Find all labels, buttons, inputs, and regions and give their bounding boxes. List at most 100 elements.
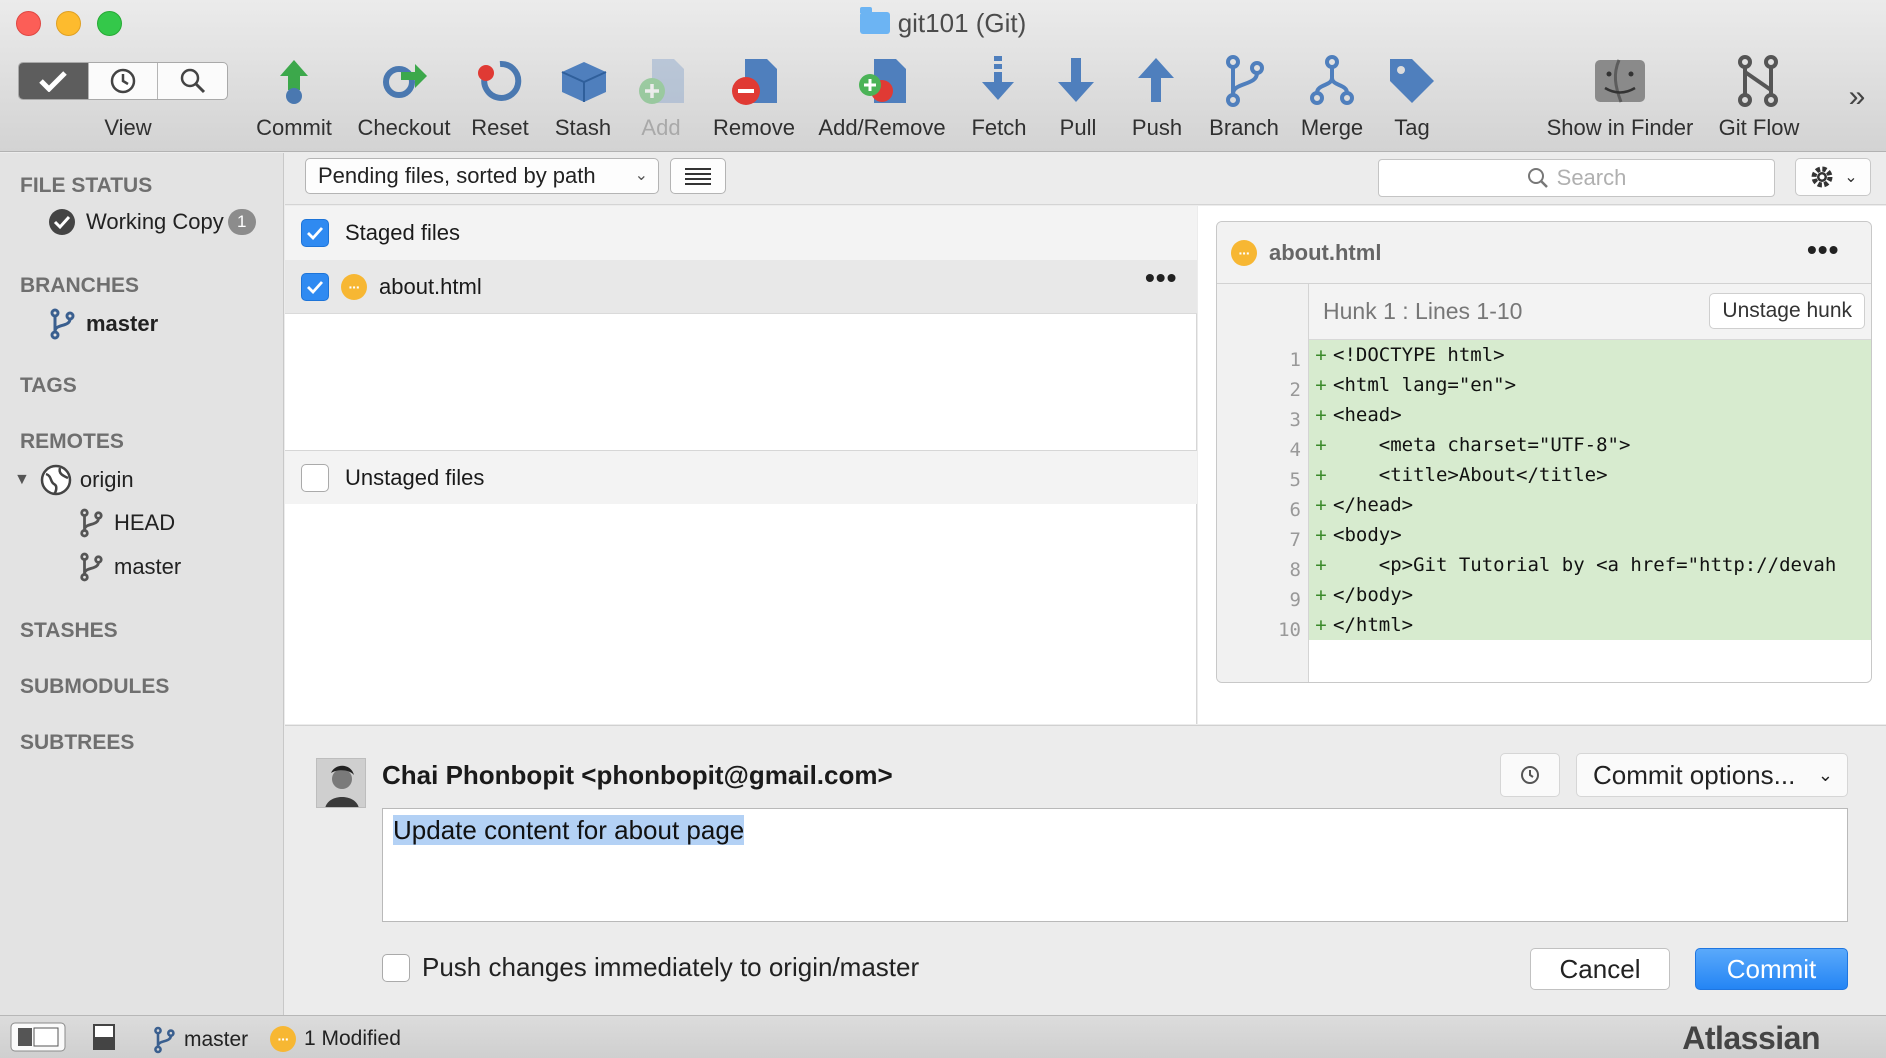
current-branch-indicator[interactable]: master (152, 1026, 248, 1054)
pull-tool-button[interactable]: Pull (1056, 115, 1100, 141)
sidebar-item-remote-head[interactable]: HEAD (78, 508, 175, 538)
checkout-tool-button[interactable]: Checkout (352, 115, 456, 141)
folder-icon (859, 7, 890, 34)
staged-file-row[interactable]: ··· about.html ••• (285, 260, 1197, 314)
line-number: 1 (1289, 349, 1301, 371)
remove-tool-button[interactable]: Remove (708, 115, 800, 141)
git-flow-icon[interactable] (1728, 52, 1788, 110)
sidebar-section-branches[interactable]: BRANCHES (20, 274, 139, 298)
checkout-icon[interactable] (374, 52, 434, 110)
diff-more-options-icon[interactable]: ••• (1807, 234, 1839, 266)
unstage-hunk-button[interactable]: Unstage hunk (1709, 293, 1865, 329)
search-view-button[interactable] (158, 63, 227, 99)
remove-icon[interactable] (724, 52, 784, 110)
staged-files-checkbox[interactable] (301, 219, 329, 247)
diff-card: ··· about.html ••• 1 2 3 4 5 6 7 8 9 10 … (1216, 221, 1872, 683)
commit-history-button[interactable] (1500, 753, 1560, 797)
sidebar-section-stashes[interactable]: STASHES (20, 619, 118, 643)
added-line: + <meta charset="UTF-8"> (1309, 430, 1871, 460)
sidebar-item-working-copy[interactable]: Working Copy 1 (48, 208, 256, 236)
push-icon[interactable] (1126, 52, 1186, 110)
list-icon (685, 168, 711, 185)
merge-icon[interactable] (1302, 52, 1362, 110)
staged-file-checkbox[interactable] (301, 272, 329, 301)
staged-file-name: about.html (379, 273, 482, 299)
sidebar-item-branch-master[interactable]: master (48, 308, 158, 340)
author-avatar (316, 758, 366, 808)
sort-select[interactable]: Pending files, sorted by path ⌄ (305, 158, 659, 194)
line-number: 6 (1289, 499, 1301, 521)
list-view-button[interactable] (670, 158, 726, 194)
added-line: + <html lang="en"> (1309, 370, 1871, 400)
modified-status-icon: ··· (1231, 239, 1257, 266)
line-number: 8 (1289, 559, 1301, 581)
reset-tool-button[interactable]: Reset (468, 115, 532, 141)
push-immediately-checkbox[interactable] (382, 953, 410, 982)
more-options-icon[interactable]: ••• (1145, 262, 1177, 294)
git-flow-tool-button[interactable]: Git Flow (1714, 115, 1804, 141)
commit-tool-button[interactable]: Commit (254, 115, 334, 141)
sidebar-item-remote-master[interactable]: master (78, 552, 181, 582)
unstaged-files-header[interactable]: Unstaged files (285, 450, 1197, 504)
stash-icon[interactable] (554, 52, 614, 110)
tag-icon[interactable] (1382, 52, 1442, 110)
branch-icon[interactable] (1214, 52, 1274, 110)
staged-files-header[interactable]: Staged files (285, 206, 1197, 260)
diff-file-name: about.html (1269, 239, 1382, 265)
push-immediately-option[interactable]: Push changes immediately to origin/maste… (382, 952, 919, 983)
pull-icon[interactable] (1046, 52, 1106, 110)
sidebar-item-remote-origin[interactable]: ▼ origin (14, 464, 134, 496)
add-icon (632, 52, 692, 110)
unstaged-files-checkbox[interactable] (301, 463, 329, 492)
fetch-tool-button[interactable]: Fetch (966, 115, 1032, 141)
hunk-header: Hunk 1 : Lines 1-10 Unstage hunk (1309, 284, 1871, 340)
add-remove-icon[interactable] (852, 52, 912, 110)
toggle-bottom-panel-button[interactable] (92, 1024, 116, 1050)
panel-toggle-icon (93, 1024, 115, 1050)
sidebar-section-remotes[interactable]: REMOTES (20, 430, 124, 454)
view-segmented-control[interactable] (18, 62, 228, 100)
globe-icon (40, 464, 72, 496)
stash-tool-button[interactable]: Stash (550, 115, 616, 141)
diff-file-header: ··· about.html ••• (1217, 222, 1871, 284)
branch-icon (80, 508, 103, 538)
sidebar-section-tags[interactable]: TAGS (20, 374, 77, 398)
toggle-sidebar-button[interactable] (10, 1022, 66, 1052)
file-status-view-button[interactable] (19, 63, 89, 99)
clock-icon (1521, 766, 1539, 784)
diff-code-area[interactable]: + <!DOCTYPE html> + <html lang="en"> + <hea… (1309, 340, 1871, 682)
commit-message-input[interactable]: Update content for about page (382, 808, 1848, 922)
merge-tool-button[interactable]: Merge (1296, 115, 1368, 141)
reset-icon[interactable] (470, 52, 530, 110)
sidebar-section-subtrees[interactable]: SUBTREES (20, 731, 134, 755)
toolbar-overflow-button[interactable]: » (1842, 80, 1872, 114)
working-copy-label: Working Copy (86, 209, 224, 234)
commit-button[interactable]: Commit (1695, 948, 1848, 990)
disclosure-triangle-icon[interactable]: ▼ (14, 471, 30, 489)
fetch-icon[interactable] (968, 52, 1028, 110)
commit-options-dropdown[interactable]: Commit options... ⌄ (1576, 753, 1848, 797)
search-icon (180, 68, 205, 94)
settings-menu-button[interactable]: ⌄ (1795, 158, 1871, 196)
branch-icon (80, 552, 103, 582)
add-tool-button: Add (641, 115, 681, 140)
finder-icon[interactable] (1590, 52, 1650, 110)
sidebar-section-submodules[interactable]: SUBMODULES (20, 675, 169, 699)
search-input[interactable]: Search (1378, 159, 1775, 197)
line-number: 3 (1289, 409, 1301, 431)
commit-icon[interactable] (264, 52, 324, 110)
line-number: 2 (1289, 379, 1301, 401)
line-number: 7 (1289, 529, 1301, 551)
push-tool-button[interactable]: Push (1130, 115, 1184, 141)
branch-tool-button[interactable]: Branch (1206, 115, 1282, 141)
cancel-button[interactable]: Cancel (1530, 948, 1670, 990)
history-view-button[interactable] (89, 63, 159, 99)
checkmark-icon (307, 280, 324, 294)
line-number: 5 (1289, 469, 1301, 491)
sidebar-section-file-status: FILE STATUS (20, 174, 153, 197)
show-in-finder-tool-button[interactable]: Show in Finder (1538, 115, 1702, 141)
added-line: + <body> (1309, 520, 1871, 550)
added-line: + </html> (1309, 610, 1871, 640)
add-remove-tool-button[interactable]: Add/Remove (812, 115, 952, 141)
tag-tool-button[interactable]: Tag (1390, 115, 1434, 141)
